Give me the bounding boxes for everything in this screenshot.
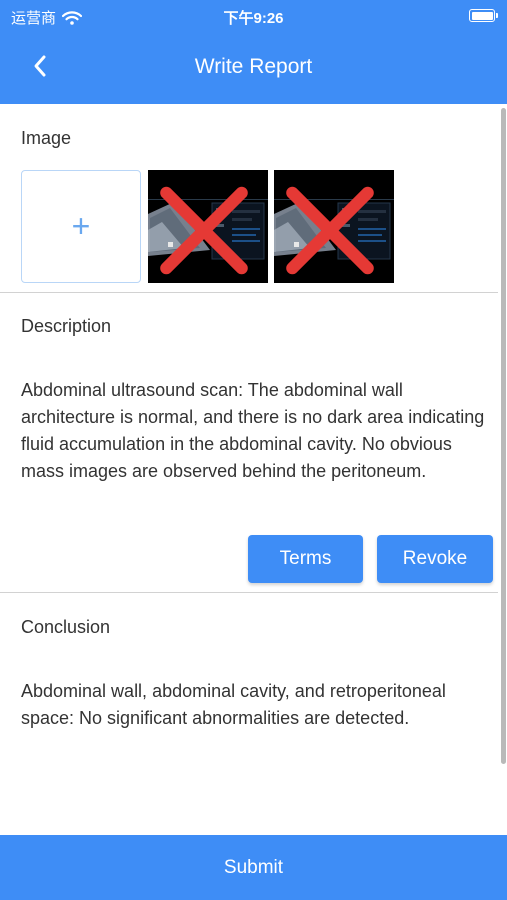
- page-title: Write Report: [194, 55, 313, 78]
- plus-icon: +: [71, 208, 91, 244]
- image-thumbnail[interactable]: [148, 170, 268, 283]
- conclusion-field[interactable]: Abdominal wall, abdominal cavity, and re…: [21, 678, 491, 732]
- terms-button[interactable]: Terms: [248, 535, 363, 583]
- delete-image-icon[interactable]: [148, 174, 264, 283]
- image-section-label: Image: [21, 128, 72, 148]
- revoke-button[interactable]: Revoke: [377, 535, 493, 583]
- image-thumbnail[interactable]: [274, 170, 394, 283]
- status-time: 下午9:26: [223, 10, 284, 27]
- section-divider: [0, 292, 498, 293]
- add-image-button[interactable]: +: [21, 170, 141, 283]
- battery-icon: [469, 9, 498, 22]
- app-header: 运营商 下午9:26 Write Report: [0, 0, 507, 104]
- submit-label: Submit: [223, 856, 284, 878]
- delete-image-icon[interactable]: [274, 174, 390, 283]
- submit-button[interactable]: Submit: [0, 835, 507, 900]
- description-section-label: Description: [21, 316, 112, 336]
- status-bar: 运营商 下午9:26: [0, 0, 507, 32]
- description-field[interactable]: Abdominal ultrasound scan: The abdominal…: [21, 377, 491, 485]
- conclusion-section-label: Conclusion: [21, 617, 111, 637]
- section-divider: [0, 592, 498, 593]
- scrollbar[interactable]: [501, 108, 506, 764]
